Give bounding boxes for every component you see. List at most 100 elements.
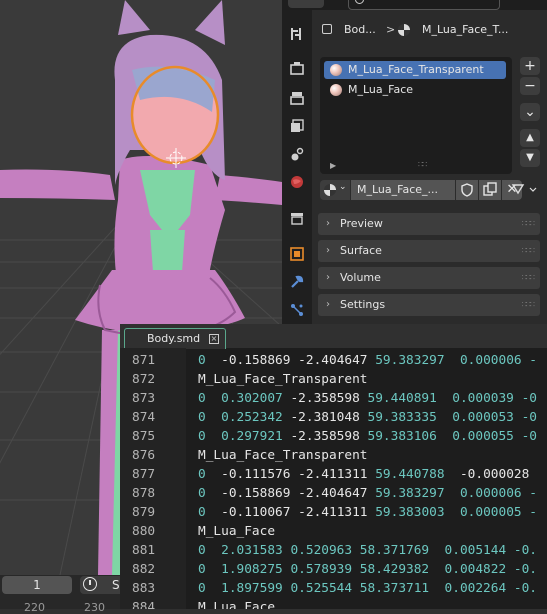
material-slot-name: M_Lua_Face: [348, 83, 414, 96]
object-tab[interactable]: [285, 242, 309, 266]
code-line[interactable]: 873 0 0.302007 -2.358598 59.440891 0.0000…: [120, 389, 547, 408]
properties-header: [282, 0, 547, 10]
material-slot-list[interactable]: M_Lua_Face_Transparent M_Lua_Face ▶ ∷∷: [320, 57, 512, 174]
fake-user-button[interactable]: [456, 180, 478, 200]
particles-tab[interactable]: [285, 298, 309, 322]
list-resize-grip[interactable]: ∷∷: [418, 160, 427, 169]
file-tab[interactable]: Body.smd ×: [124, 328, 226, 349]
output-icon: [290, 92, 304, 105]
search-input[interactable]: [348, 0, 500, 10]
browse-material-button[interactable]: ⌄: [320, 180, 350, 200]
line-number: 872: [132, 372, 156, 387]
panel-settings[interactable]: › Settings ∷∷∷: [318, 294, 540, 316]
line-number: 882: [132, 562, 156, 577]
code-token: 0 0.252342: [198, 410, 291, 425]
code-token: 0: [198, 505, 222, 520]
close-icon[interactable]: ×: [209, 334, 219, 344]
code-line[interactable]: 881 0 2.031583 0.520963 58.371769 0.00514…: [120, 541, 547, 560]
breadcrumb-material[interactable]: M_Lua_Face_T...: [422, 20, 508, 40]
line-text: 0 -0.158869 -2.404647 59.383297 0.000006…: [198, 484, 537, 503]
code-line[interactable]: 882 0 1.908275 0.578939 58.429382 0.00482…: [120, 560, 547, 579]
chevron-right-icon: ›: [326, 299, 330, 310]
code-token: 59.440788: [375, 467, 460, 482]
drag-grip-icon[interactable]: ∷∷∷: [522, 294, 535, 316]
modifier-tab[interactable]: [285, 270, 309, 294]
move-slot-up-button[interactable]: ▲: [520, 129, 540, 147]
line-number: 884: [132, 600, 156, 609]
line-number: 877: [132, 467, 156, 482]
node-tree-icon: [511, 184, 537, 195]
code-token: -0.158869 -2.404647: [221, 486, 376, 501]
mesh-object-icon: [322, 24, 332, 34]
code-token: 0: [198, 467, 222, 482]
code-token: -0.110067 -2.411311: [221, 505, 376, 520]
code-token: M_Lua_Face: [198, 524, 276, 539]
code-token: M_Lua_Face_Transparent: [198, 372, 368, 387]
text-editor[interactable]: Body.smd × 871 0 -0.158869 -2.404647 59.3…: [120, 324, 547, 609]
line-text: 0 -0.111576 -2.411311 59.440788 -0.00002…: [198, 465, 537, 484]
scene-tab[interactable]: [285, 142, 309, 166]
code-line[interactable]: 878 0 -0.158869 -2.404647 59.383297 0.000…: [120, 484, 547, 503]
chevron-right-icon: ›: [326, 272, 330, 283]
material-preview-icon: [330, 64, 342, 76]
code-line[interactable]: 871 0 -0.158869 -2.404647 59.383297 0.000…: [120, 351, 547, 370]
material-slot[interactable]: M_Lua_Face: [324, 81, 506, 99]
panel-label: Surface: [340, 244, 382, 257]
remove-slot-button[interactable]: −: [520, 77, 540, 95]
code-token: -2.358598: [290, 429, 368, 444]
text-editor-header: Body.smd ×: [120, 324, 547, 349]
output-tab[interactable]: [285, 86, 309, 110]
breadcrumb-separator: >: [386, 23, 396, 36]
new-material-button[interactable]: [479, 180, 501, 200]
breadcrumb-object[interactable]: Bod...: [344, 20, 376, 40]
object-icon: [290, 247, 304, 261]
current-frame-field[interactable]: 1: [2, 576, 72, 594]
render-tab[interactable]: [285, 56, 309, 80]
drag-grip-icon[interactable]: ∷∷∷: [522, 213, 535, 235]
code-token: 0 0.302007: [198, 391, 291, 406]
code-line[interactable]: 884 M_Lua_Face: [120, 598, 547, 609]
code-line[interactable]: 872 M_Lua_Face_Transparent: [120, 370, 547, 389]
panel-volume[interactable]: › Volume ∷∷∷: [318, 267, 540, 289]
slot-specials-button[interactable]: ⌄: [520, 103, 540, 121]
world-tab[interactable]: [285, 170, 309, 194]
tool-tab[interactable]: [285, 22, 309, 46]
add-slot-button[interactable]: +: [520, 57, 540, 75]
editor-type-button[interactable]: [288, 0, 324, 8]
move-slot-down-button[interactable]: ▼: [520, 149, 540, 167]
code-line[interactable]: 876 M_Lua_Face_Transparent: [120, 446, 547, 465]
line-text: 0 0.297921 -2.358598 59.383106 0.000055 …: [198, 427, 537, 446]
code-token: 59.383106 0.000055 -0: [367, 429, 538, 444]
view-layer-tab[interactable]: [285, 114, 309, 138]
code-line[interactable]: 883 0 1.897599 0.525544 58.373711 0.00226…: [120, 579, 547, 598]
code-line[interactable]: 877 0 -0.111576 -2.411311 59.440788 -0.00…: [120, 465, 547, 484]
code-token: 59.440891 0.000039 -0: [367, 391, 538, 406]
code-token: -0.111576 -2.411311: [221, 467, 376, 482]
material-selector: ⌄ M_Lua_Face_... ✕: [320, 180, 522, 202]
line-text: M_Lua_Face_Transparent: [198, 446, 368, 465]
code-token: -0.000028: [459, 467, 538, 482]
node-link-button[interactable]: [510, 180, 540, 200]
line-number: 875: [132, 429, 156, 444]
panel-surface[interactable]: › Surface ∷∷∷: [318, 240, 540, 262]
world-icon: [291, 176, 303, 188]
code-line[interactable]: 875 0 0.297921 -2.358598 59.383106 0.0000…: [120, 427, 547, 446]
tool-icon: [291, 28, 301, 40]
code-line[interactable]: 874 0 0.252342 -2.381048 59.383335 0.0000…: [120, 408, 547, 427]
code-line[interactable]: 880 M_Lua_Face: [120, 522, 547, 541]
drag-grip-icon[interactable]: ∷∷∷: [522, 240, 535, 262]
panel-preview[interactable]: › Preview ∷∷∷: [318, 213, 540, 235]
drag-grip-icon[interactable]: ∷∷∷: [522, 267, 535, 289]
playback-button[interactable]: S: [80, 576, 124, 594]
line-text: 0 1.908275 0.578939 58.429382 0.004822 -…: [198, 560, 537, 579]
code-line[interactable]: 879 0 -0.110067 -2.411311 59.383003 0.000…: [120, 503, 547, 522]
chevron-right-icon: ›: [326, 245, 330, 256]
line-text: M_Lua_Face_Transparent: [198, 370, 368, 389]
material-name-field[interactable]: M_Lua_Face_...: [351, 180, 455, 200]
collection-tab[interactable]: [285, 206, 309, 230]
search-icon: [355, 0, 364, 4]
material-slot[interactable]: M_Lua_Face_Transparent: [324, 61, 506, 79]
panel-label: Volume: [340, 271, 381, 284]
list-expand-icon[interactable]: ▶: [330, 161, 336, 170]
material-icon: [324, 184, 336, 196]
